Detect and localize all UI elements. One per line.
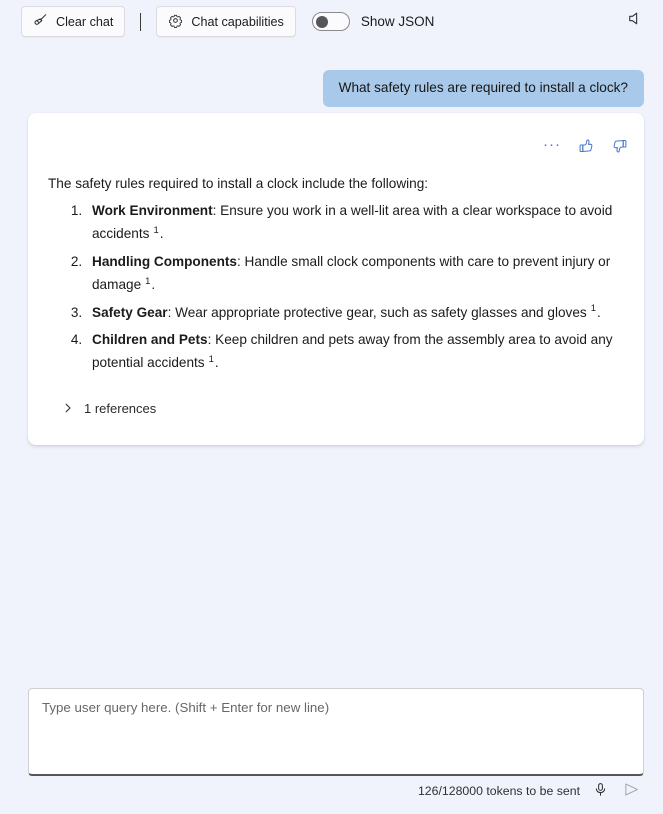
show-json-toggle-group: Show JSON xyxy=(311,12,435,31)
list-item: Safety Gear: Wear appropriate protective… xyxy=(86,301,622,324)
list-item-term: Work Environment xyxy=(92,203,213,219)
references-toggle[interactable]: 1 references xyxy=(56,395,162,422)
clear-chat-button[interactable]: Clear chat xyxy=(21,6,126,37)
thumbs-down-button[interactable] xyxy=(606,135,634,161)
citation-marker[interactable]: 1 xyxy=(153,225,158,236)
thumbs-up-icon xyxy=(578,138,594,159)
clear-chat-label: Clear chat xyxy=(56,14,114,29)
token-count-label: 126/128000 tokens to be sent xyxy=(417,784,580,798)
speaker-mute-icon xyxy=(627,10,644,32)
assistant-response-card: ··· The safety rules required to install… xyxy=(28,113,644,445)
list-item: Children and Pets: Keep children and pet… xyxy=(86,328,622,375)
citation-marker[interactable]: 1 xyxy=(145,276,150,287)
chat-capabilities-button[interactable]: Chat capabilities xyxy=(156,6,296,37)
send-icon xyxy=(623,781,640,801)
citation-marker[interactable]: 1 xyxy=(591,303,596,314)
gear-icon xyxy=(168,13,183,31)
more-options-button[interactable]: ··· xyxy=(538,135,566,161)
microphone-icon xyxy=(593,782,608,800)
list-item-tail: . xyxy=(159,226,164,242)
composer-status-bar: 126/128000 tokens to be sent xyxy=(0,780,663,802)
toolbar-divider xyxy=(140,12,142,31)
list-item: Handling Components: Handle small clock … xyxy=(86,250,622,297)
list-item-term: Handling Components xyxy=(92,253,237,269)
list-item-term: Children and Pets xyxy=(92,331,208,347)
more-options-icon: ··· xyxy=(543,135,561,153)
user-message-row: What safety rules are required to instal… xyxy=(322,70,644,107)
list-item: Work Environment: Ensure you work in a w… xyxy=(86,199,622,246)
show-json-toggle[interactable] xyxy=(311,12,350,31)
answer-intro: The safety rules required to install a c… xyxy=(48,176,429,191)
broom-icon xyxy=(33,13,48,31)
speaker-mute-button[interactable] xyxy=(620,7,650,35)
thumbs-down-icon xyxy=(612,138,628,159)
microphone-button[interactable] xyxy=(589,780,611,802)
top-toolbar: Clear chat Chat capabilities Show JSON xyxy=(0,0,663,43)
message-input-box[interactable]: Type user query here. (Shift + Enter for… xyxy=(28,688,644,776)
thumbs-up-button[interactable] xyxy=(572,135,600,161)
list-item-tail: . xyxy=(151,277,156,293)
send-button[interactable] xyxy=(620,780,642,802)
chat-capabilities-label: Chat capabilities xyxy=(191,14,284,29)
answer-list: Work Environment: Ensure you work in a w… xyxy=(48,199,622,375)
list-item-tail: . xyxy=(214,355,219,371)
message-actions: ··· xyxy=(538,135,634,161)
references-label: 1 references xyxy=(84,400,157,416)
chevron-right-icon xyxy=(62,402,74,414)
show-json-label: Show JSON xyxy=(360,14,435,29)
citation-marker[interactable]: 1 xyxy=(209,354,214,365)
toggle-knob xyxy=(315,15,328,28)
user-message-bubble: What safety rules are required to instal… xyxy=(322,70,644,107)
list-item-term: Safety Gear xyxy=(92,304,168,320)
message-input-placeholder: Type user query here. (Shift + Enter for… xyxy=(42,700,330,715)
list-item-text: Wear appropriate protective gear, such a… xyxy=(171,304,587,320)
list-item-tail: . xyxy=(597,304,601,320)
